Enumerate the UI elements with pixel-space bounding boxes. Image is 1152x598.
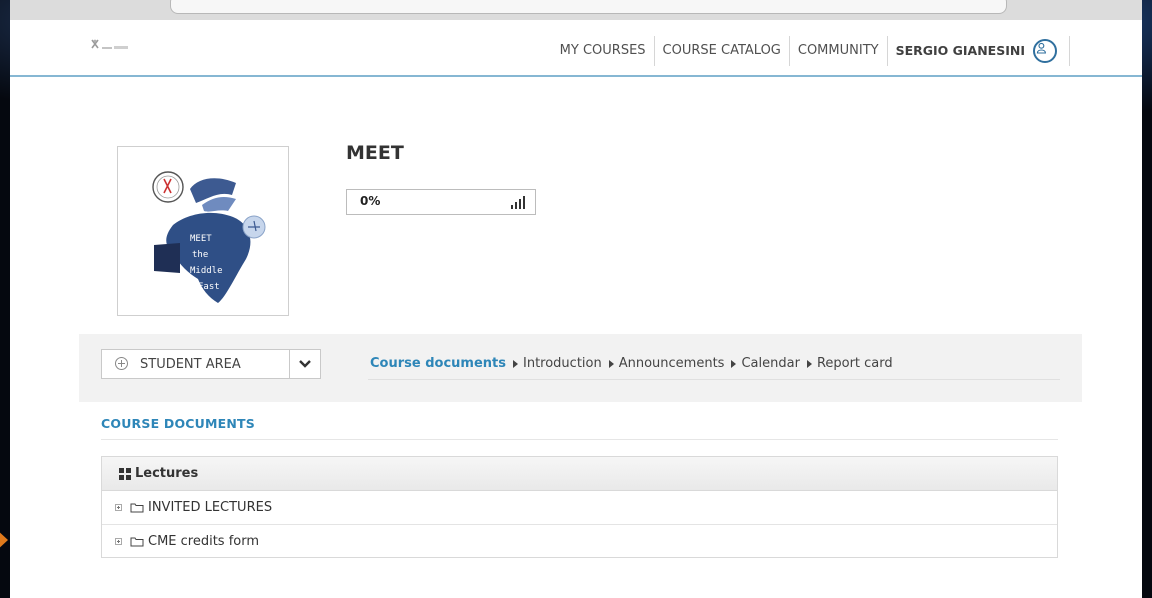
student-area-dropdown[interactable]: STUDENT AREA xyxy=(101,349,321,379)
dropdown-divider xyxy=(289,350,290,378)
pointer-arrow xyxy=(0,527,8,553)
site-header: MY COURSES COURSE CATALOG COMMUNITY SERG… xyxy=(10,20,1142,77)
folder-icon xyxy=(130,503,144,513)
folder-row[interactable]: CME credits form xyxy=(102,525,1057,558)
user-name: SERGIO GIANESINI xyxy=(895,43,1025,58)
crumb-calendar[interactable]: Calendar xyxy=(741,356,799,371)
grid-icon xyxy=(119,467,131,480)
documents-panel: Lectures INVITED LECTURES CME credits fo… xyxy=(101,456,1058,558)
folder-name[interactable]: CME credits form xyxy=(148,534,259,549)
browser-chrome xyxy=(10,0,1142,20)
thumbnail-text-middle: Middle xyxy=(190,266,223,276)
user-icon[interactable] xyxy=(1033,39,1057,63)
user-menu[interactable]: SERGIO GIANESINI xyxy=(888,36,1070,66)
course-toolbar: STUDENT AREA Course documents Introducti… xyxy=(79,334,1082,402)
thumbnail-text-east: East xyxy=(198,282,220,292)
section-divider xyxy=(101,439,1058,440)
crumb-arrow-icon xyxy=(608,359,614,368)
chevron-down-icon[interactable] xyxy=(298,359,312,369)
course-thumbnail[interactable]: MEET the Middle East xyxy=(117,146,289,316)
crumb-announcements[interactable]: Announcements xyxy=(619,356,725,371)
crumb-course-documents[interactable]: Course documents xyxy=(370,356,506,371)
progress-percent: 0% xyxy=(360,194,381,208)
section-title: COURSE DOCUMENTS xyxy=(101,416,255,431)
folder-row[interactable]: INVITED LECTURES xyxy=(102,491,1057,525)
main-nav: MY COURSES COURSE CATALOG COMMUNITY SERG… xyxy=(552,35,1070,67)
crumb-arrow-icon xyxy=(513,359,518,368)
nav-community[interactable]: COMMUNITY xyxy=(790,36,888,66)
breadcrumb: Course documents Introduction Announceme… xyxy=(370,356,893,371)
nav-my-courses[interactable]: MY COURSES xyxy=(552,36,655,66)
plus-circle-icon xyxy=(115,357,128,370)
thumbnail-text-meet: MEET xyxy=(190,234,212,244)
address-bar[interactable] xyxy=(170,0,1007,14)
expand-icon[interactable] xyxy=(115,538,122,545)
webpage: MY COURSES COURSE CATALOG COMMUNITY SERG… xyxy=(10,20,1142,598)
folder-icon xyxy=(130,537,144,547)
expand-icon[interactable] xyxy=(115,504,122,511)
folder-name[interactable]: INVITED LECTURES xyxy=(148,500,272,515)
student-area-label: STUDENT AREA xyxy=(140,357,241,372)
crumb-introduction[interactable]: Introduction xyxy=(523,356,602,371)
crumb-arrow-icon xyxy=(806,359,812,368)
panel-header[interactable]: Lectures xyxy=(102,457,1057,491)
nav-course-catalog[interactable]: COURSE CATALOG xyxy=(655,36,790,66)
course-progress-box: 0% xyxy=(346,189,536,215)
crumb-report-card[interactable]: Report card xyxy=(817,356,893,371)
signal-bars-icon xyxy=(511,196,525,209)
thumbnail-text-the: the xyxy=(192,250,208,260)
course-logo-image: MEET the Middle East xyxy=(152,171,266,303)
course-title: MEET xyxy=(346,142,404,164)
breadcrumb-rule xyxy=(368,379,1060,380)
site-logo[interactable] xyxy=(90,38,148,52)
crumb-arrow-icon xyxy=(731,359,737,368)
panel-title: Lectures xyxy=(135,466,199,481)
